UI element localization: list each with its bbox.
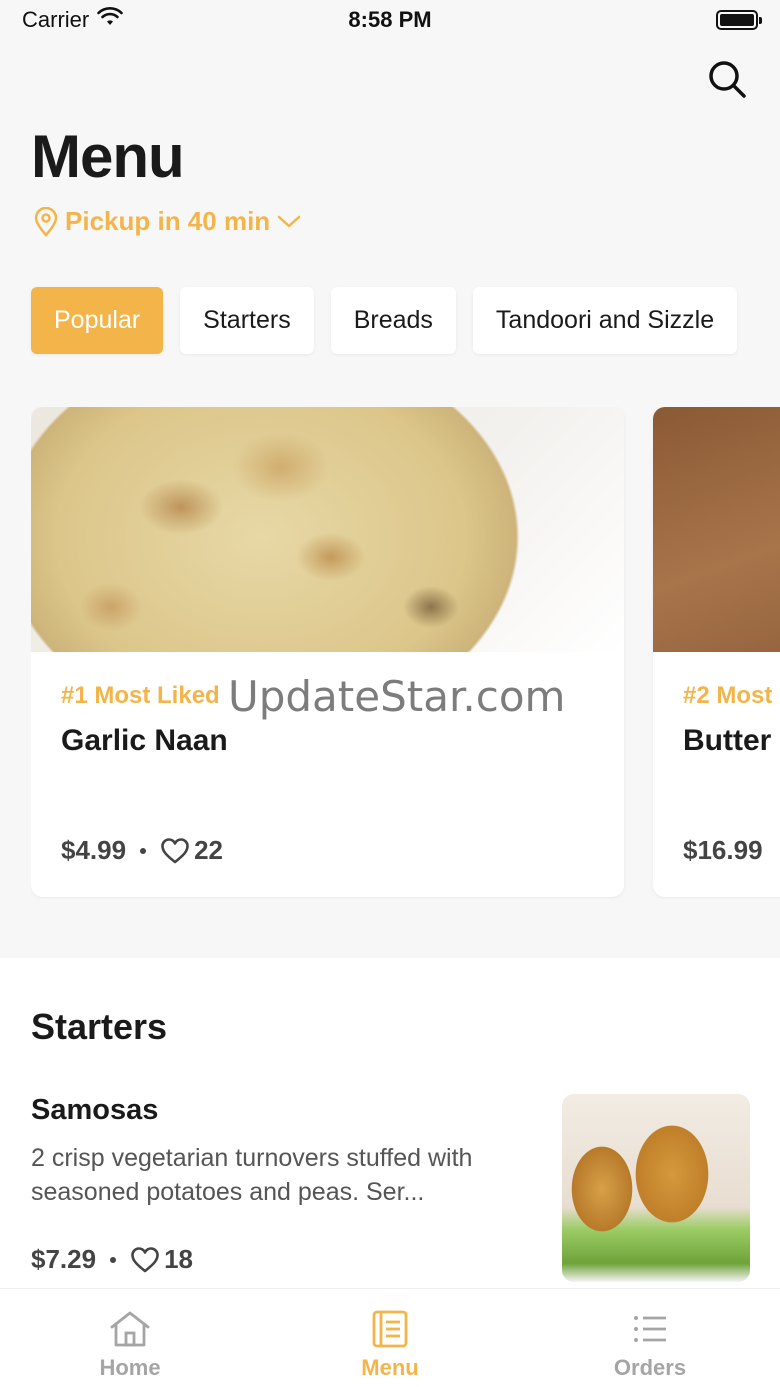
item-like-count: 18 [164, 1244, 193, 1274]
chip-starters[interactable]: Starters [180, 287, 314, 354]
card-item-name: Butter [683, 724, 772, 757]
card-price: $16.99 [683, 835, 763, 865]
item-description: 2 crisp vegetarian turnovers stuffed wit… [31, 1144, 473, 1206]
pickup-label: Pickup in 40 min [65, 206, 271, 236]
search-button[interactable] [704, 56, 750, 102]
tab-menu[interactable]: Menu [310, 1309, 470, 1381]
search-icon [709, 61, 746, 98]
card-meta: $4.99 22 [61, 835, 223, 866]
item-meta: $7.29 18 [31, 1244, 193, 1275]
heart-icon [161, 837, 189, 863]
card-likes: 22 [160, 835, 223, 866]
popular-card[interactable]: #2 Most Butter $16.99 [653, 407, 780, 897]
carrier-label: Carrier [22, 7, 90, 32]
butter-dish-image [653, 407, 780, 652]
card-rank-tag: #2 Most [683, 682, 773, 709]
card-item-name: Garlic Naan [61, 724, 228, 757]
card-rank-tag: #1 Most Liked [61, 682, 220, 709]
card-meta: $16.99 [683, 835, 763, 866]
status-left: Carrier [22, 7, 124, 33]
pickup-selector[interactable]: Pickup in 40 min [33, 206, 302, 237]
status-bar: Carrier 8:58 PM [0, 0, 780, 40]
tab-label: Menu [361, 1355, 419, 1380]
tab-label: Orders [613, 1355, 687, 1380]
tab-label: Home [99, 1355, 161, 1380]
home-icon [110, 1311, 150, 1347]
item-price: $7.29 [31, 1244, 97, 1274]
tab-bar: Home Menu Orders [0, 1288, 780, 1387]
chip-popular[interactable]: Popular [31, 287, 164, 354]
card-like-count: 22 [194, 835, 223, 865]
location-pin-icon [34, 206, 58, 237]
popular-card[interactable]: #1 Most Liked Garlic Naan $4.99 22 [31, 407, 624, 897]
chip-breads[interactable]: Breads [330, 287, 456, 354]
page-title: Menu [31, 123, 185, 190]
separator-dot [110, 1256, 117, 1263]
separator-dot [140, 847, 147, 854]
tab-home[interactable]: Home [50, 1309, 210, 1381]
section-title: Starters [31, 1006, 168, 1047]
garlic-naan-image [31, 407, 624, 652]
samosas-image [562, 1094, 750, 1282]
menu-icon [372, 1310, 408, 1348]
popular-carousel: #1 Most Liked Garlic Naan $4.99 22 #2 Mo… [31, 407, 780, 899]
menu-item-samosas[interactable]: Samosas 2 crisp vegetarian turnovers stu… [31, 1094, 750, 1284]
battery-icon [716, 10, 762, 30]
category-chips: Popular Starters Breads Tandoori and Siz… [31, 287, 738, 354]
chip-tandoori[interactable]: Tandoori and Sizzle [472, 287, 738, 354]
item-likes: 18 [130, 1244, 193, 1275]
heart-icon [131, 1246, 159, 1272]
list-icon [634, 1316, 666, 1342]
chevron-down-icon [277, 215, 301, 227]
wifi-icon [97, 7, 124, 33]
tab-orders[interactable]: Orders [570, 1309, 730, 1381]
starters-section: Starters Samosas 2 crisp vegetarian turn… [0, 958, 780, 1288]
card-price: $4.99 [61, 835, 127, 865]
